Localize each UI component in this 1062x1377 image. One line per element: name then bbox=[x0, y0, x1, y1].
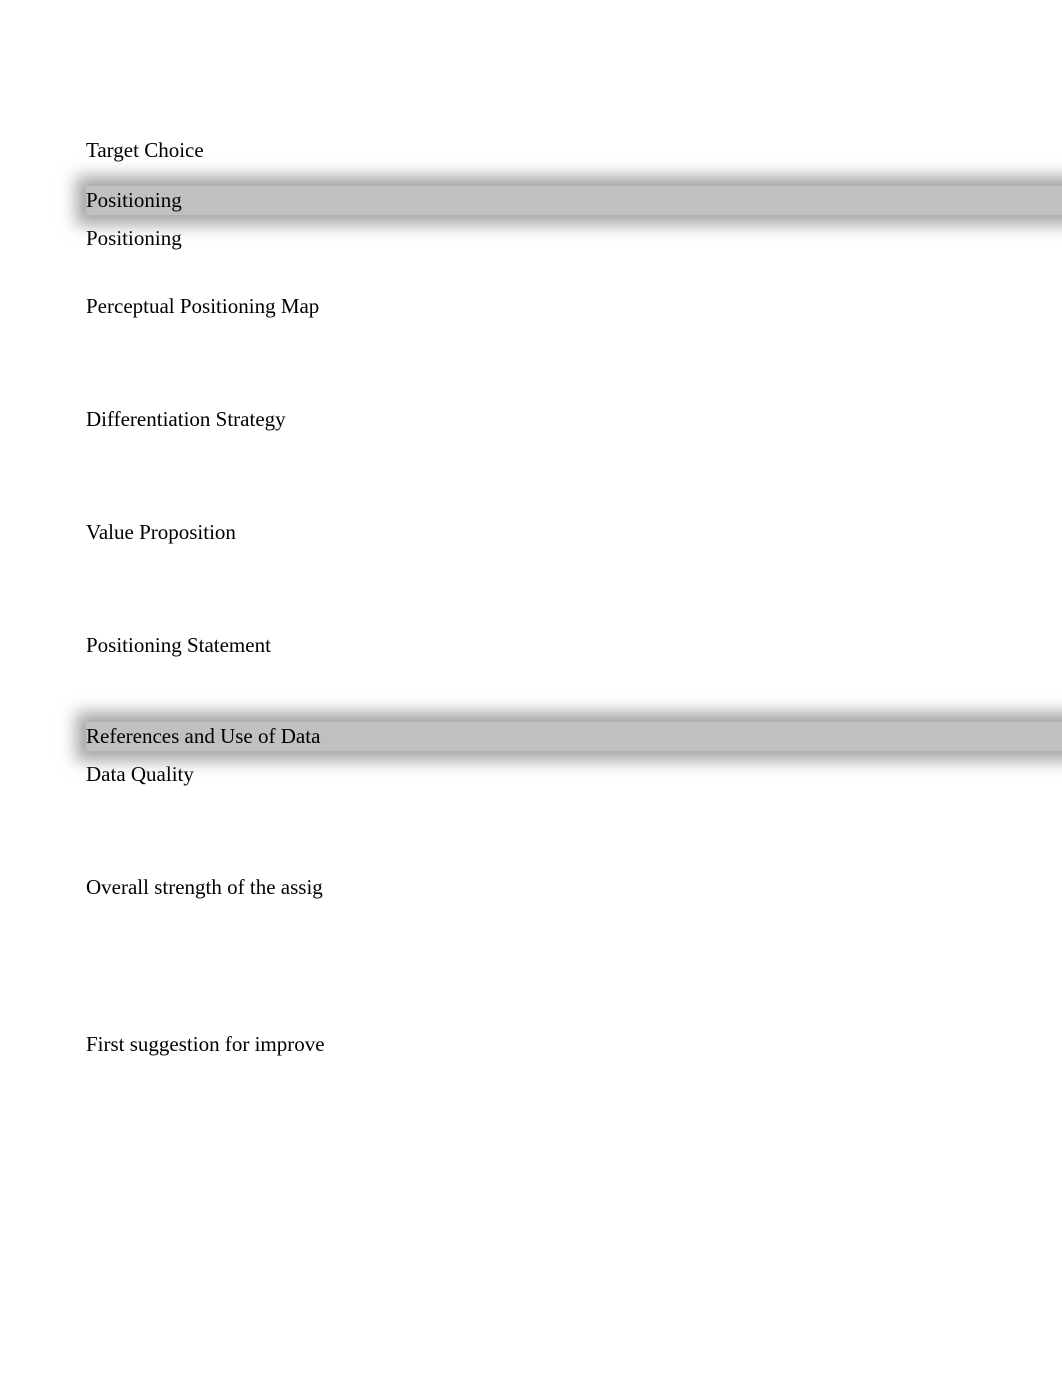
outline-item: Data Quality bbox=[86, 761, 1062, 788]
outline-item: First suggestion for improve bbox=[86, 1031, 1062, 1058]
document-content: Target Choice Positioning Positioning Pe… bbox=[0, 0, 1062, 1059]
outline-item: Perceptual Positioning Map bbox=[86, 293, 1062, 320]
outline-item: Positioning Statement bbox=[86, 632, 1062, 659]
section-header-references: References and Use of Data bbox=[86, 722, 1062, 751]
outline-item: Differentiation Strategy bbox=[86, 406, 1062, 433]
outline-item: Positioning bbox=[86, 225, 1062, 252]
section-header-positioning: Positioning bbox=[86, 186, 1062, 215]
outline-item: Value Proposition bbox=[86, 519, 1062, 546]
outline-item: Target Choice bbox=[86, 137, 1062, 164]
section-header-label: References and Use of Data bbox=[86, 724, 320, 748]
section-header-label: Positioning bbox=[86, 188, 182, 212]
outline-item: Overall strength of the assig bbox=[86, 874, 1062, 901]
